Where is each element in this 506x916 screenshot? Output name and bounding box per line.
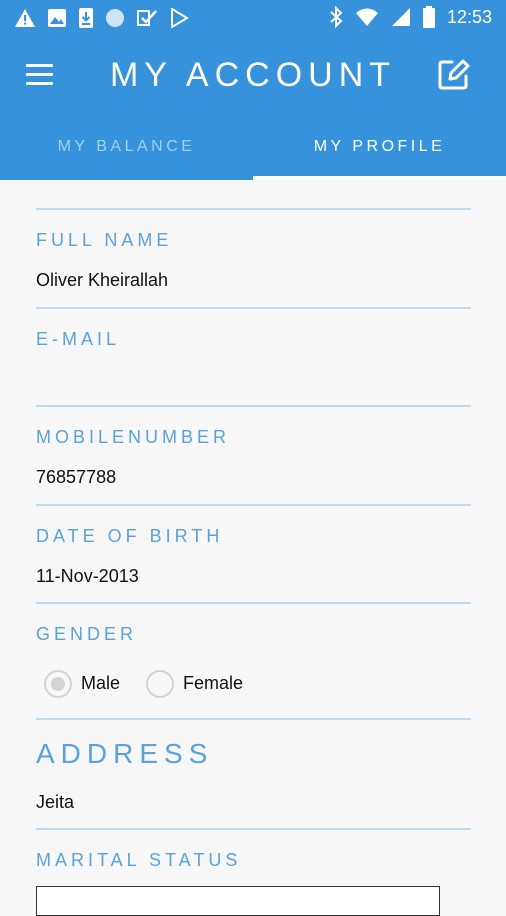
mobile-number-field[interactable]: 76857788 <box>36 467 116 488</box>
status-time: 12:53 <box>446 6 492 27</box>
marital-status-select[interactable] <box>36 886 440 916</box>
download-icon <box>79 8 93 28</box>
gender-label: GENDER <box>36 624 138 644</box>
divider <box>36 718 471 720</box>
toolbar: MY ACCOUNT <box>0 46 506 106</box>
mobile-number-label: MOBILENUMBER <box>36 427 231 447</box>
page-title: MY ACCOUNT <box>109 56 397 94</box>
gender-male-radio[interactable] <box>44 670 72 698</box>
tab-bar: MY BALANCE MY PROFILE <box>0 128 506 180</box>
check-shield-icon <box>137 10 157 26</box>
address-field[interactable]: Jeita <box>36 792 74 813</box>
tab-my-profile[interactable]: MY PROFILE <box>253 128 506 180</box>
marital-status-label: MARITAL STATUS <box>36 850 242 870</box>
status-bar: 12:53 <box>0 0 506 36</box>
tab-my-profile-label: MY PROFILE <box>313 138 446 155</box>
email-field[interactable] <box>36 369 471 391</box>
play-store-icon <box>171 8 189 28</box>
full-name-label: FULL NAME <box>36 230 173 250</box>
divider <box>36 405 471 407</box>
divider <box>36 828 471 830</box>
gender-female-radio[interactable] <box>146 670 174 698</box>
wifi-icon <box>355 8 378 26</box>
divider <box>36 208 471 210</box>
gender-male-label[interactable]: Male <box>81 673 120 694</box>
signal-icon <box>391 8 410 26</box>
email-label: E-MAIL <box>36 329 121 349</box>
date-of-birth-field[interactable]: 11-Nov-2013 <box>36 566 139 587</box>
date-of-birth-label: DATE OF BIRTH <box>36 526 224 546</box>
divider <box>36 602 471 604</box>
radio-selected-dot <box>51 677 65 691</box>
bluetooth-icon <box>330 6 343 28</box>
tab-my-balance-label: MY BALANCE <box>57 138 196 155</box>
tab-selected-indicator <box>253 176 506 180</box>
address-label: ADDRESS <box>36 738 214 769</box>
app-header: 12:53 MY ACCOUNT MY BALANCE MY PROFILE <box>0 0 506 180</box>
divider <box>36 504 471 506</box>
warning-icon <box>15 9 35 27</box>
image-icon <box>48 9 66 27</box>
gender-female-label[interactable]: Female <box>183 673 243 694</box>
divider <box>36 307 471 309</box>
edit-icon[interactable] <box>436 58 470 92</box>
full-name-field[interactable]: Oliver Kheirallah <box>36 270 168 291</box>
battery-icon <box>422 6 435 28</box>
tab-my-balance[interactable]: MY BALANCE <box>0 128 253 180</box>
circle-icon <box>106 9 124 27</box>
